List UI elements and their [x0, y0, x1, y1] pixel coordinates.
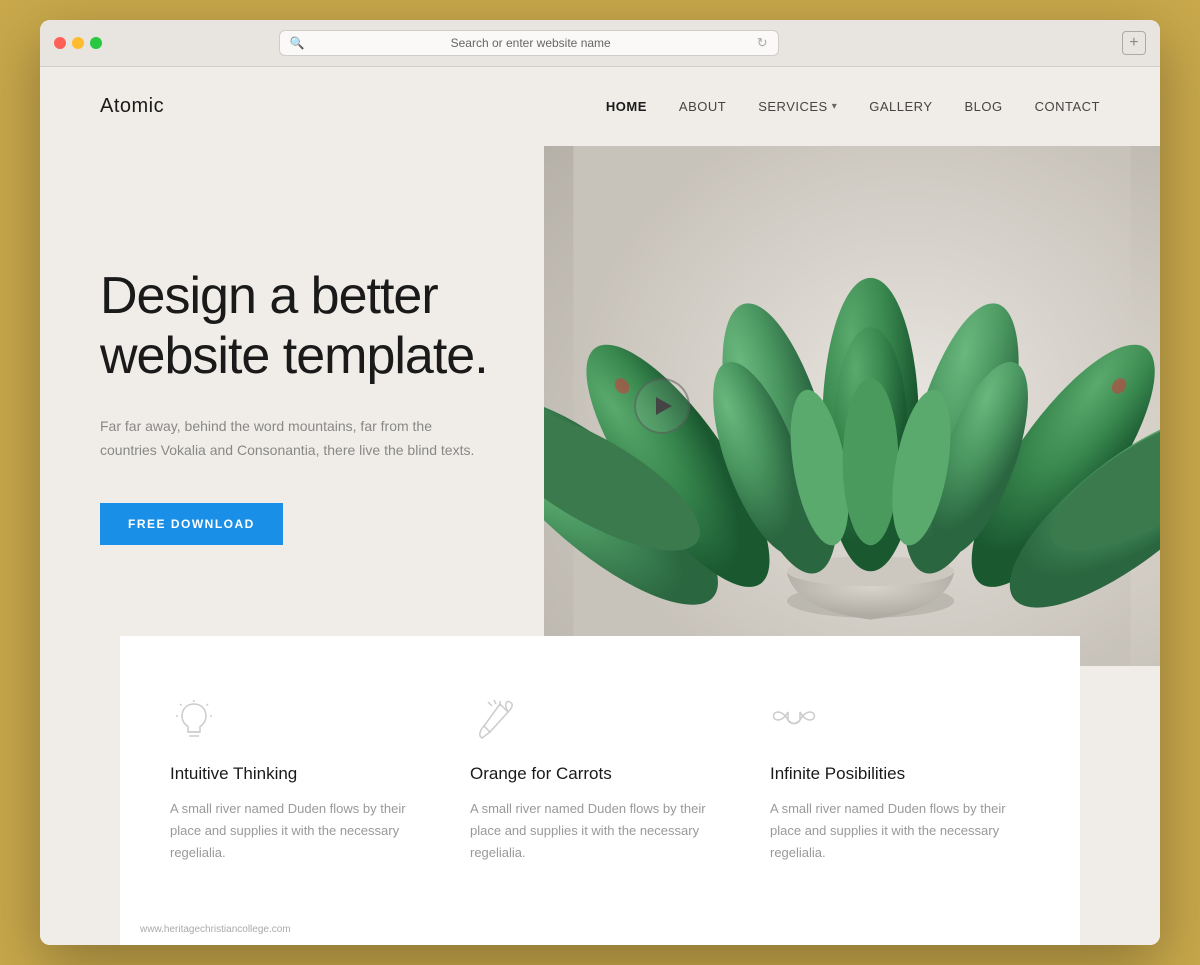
feature-title-1: Intuitive Thinking	[170, 764, 297, 784]
browser-chrome: 🔍 Search or enter website name ↻ +	[40, 20, 1160, 67]
feature-desc-1: A small river named Duden flows by their…	[170, 798, 430, 864]
nav-gallery[interactable]: GALLERY	[869, 99, 932, 114]
lightbulb-icon	[170, 696, 218, 744]
nav-about[interactable]: ABOUT	[679, 99, 726, 114]
nav-home[interactable]: HOME	[606, 99, 647, 114]
address-bar-text: Search or enter website name	[311, 36, 751, 50]
hero-title: Design a better website template.	[100, 267, 596, 387]
hero-subtitle: Far far away, behind the word mountains,…	[100, 415, 480, 463]
maximize-button[interactable]	[90, 37, 102, 49]
infinity-icon	[770, 696, 818, 744]
site-nav: HOME ABOUT SERVICES ▾ GALLERY BLOG CONTA…	[606, 99, 1100, 114]
minimize-button[interactable]	[72, 37, 84, 49]
feature-title-2: Orange for Carrots	[470, 764, 612, 784]
play-button[interactable]	[634, 378, 690, 434]
feature-desc-3: A small river named Duden flows by their…	[770, 798, 1030, 864]
feature-item-3: Infinite Posibilities A small river name…	[770, 696, 1030, 864]
site-header: Atomic HOME ABOUT SERVICES ▾ GALLERY BLO…	[40, 67, 1160, 146]
nav-blog[interactable]: BLOG	[965, 99, 1003, 114]
features-section: Intuitive Thinking A small river named D…	[120, 636, 1080, 914]
cta-button[interactable]: FREE DOWNLOAD	[100, 503, 283, 545]
play-icon	[656, 397, 672, 415]
feature-item-2: Orange for Carrots A small river named D…	[470, 696, 730, 864]
search-icon: 🔍	[290, 36, 305, 50]
nav-services[interactable]: SERVICES ▾	[758, 99, 837, 114]
new-tab-button[interactable]: +	[1122, 31, 1146, 55]
traffic-lights	[54, 37, 102, 49]
chevron-down-icon: ▾	[832, 101, 838, 112]
watermark: www.heritagechristiancollege.com	[120, 914, 1080, 945]
feature-desc-2: A small river named Duden flows by their…	[470, 798, 730, 864]
close-button[interactable]	[54, 37, 66, 49]
hero-section: Design a better website template. Far fa…	[40, 146, 1160, 666]
nav-contact[interactable]: CONTACT	[1035, 99, 1100, 114]
address-bar[interactable]: 🔍 Search or enter website name ↻	[279, 30, 779, 56]
carrot-icon	[470, 696, 518, 744]
browser-window: 🔍 Search or enter website name ↻ + Atomi…	[40, 20, 1160, 945]
feature-item-1: Intuitive Thinking A small river named D…	[170, 696, 430, 864]
site-logo: Atomic	[100, 95, 164, 118]
website-content: Atomic HOME ABOUT SERVICES ▾ GALLERY BLO…	[40, 67, 1160, 945]
refresh-icon: ↻	[757, 35, 768, 51]
hero-content: Design a better website template. Far fa…	[40, 207, 656, 604]
feature-title-3: Infinite Posibilities	[770, 764, 905, 784]
